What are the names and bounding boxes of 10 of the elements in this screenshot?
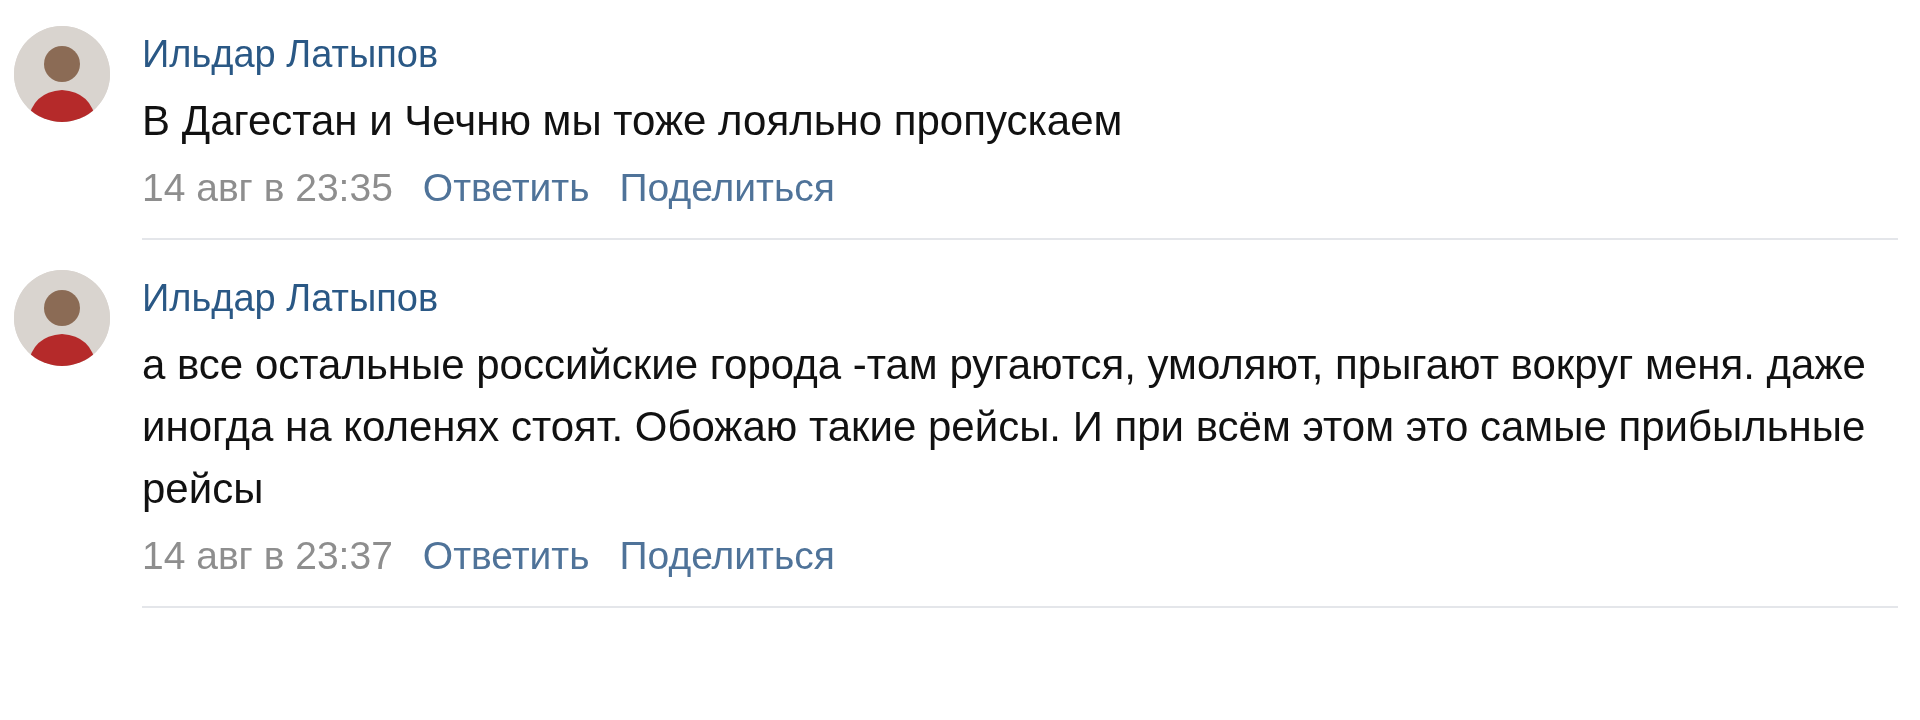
share-link[interactable]: Поделиться: [619, 158, 835, 218]
author-name[interactable]: Ильдар Латыпов: [142, 270, 439, 326]
comment-text: В Дагестан и Чечню мы тоже лояльно пропускаем: [142, 96, 1124, 146]
author-name[interactable]: Ильдар Латыпов: [142, 26, 439, 82]
reply-link[interactable]: Ответить: [422, 526, 590, 586]
share-link[interactable]: Поделиться: [619, 526, 835, 586]
comment-date: 14 авг в 23:37: [142, 533, 393, 579]
comment-text: а все остальные российские города -там ругаются, умоляют, прыгают вокруг меня. даже иногда на коленях стоят. Обожаю такие рейсы. И при всём этом это самые прибыльные рейсы: [142, 340, 1867, 514]
comment-date: 14 авг в 23:35: [142, 165, 393, 211]
reply-link[interactable]: Ответить: [422, 158, 590, 218]
